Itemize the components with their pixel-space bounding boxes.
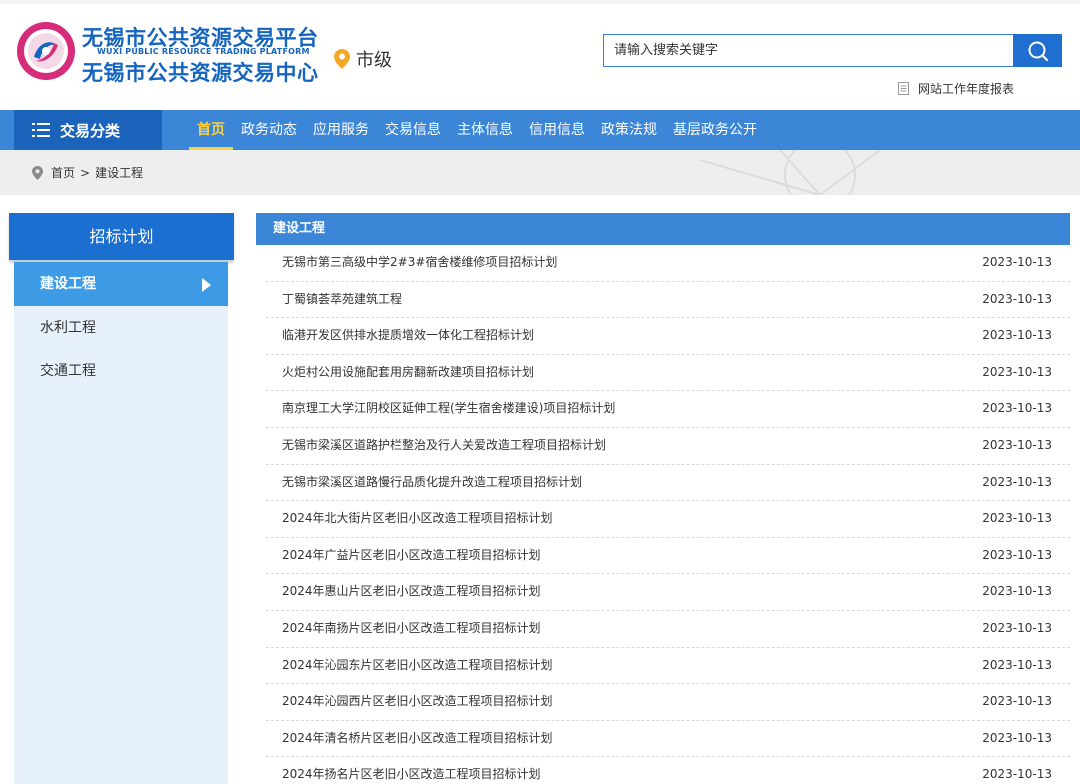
list-item-title[interactable]: 无锡市梁溪区道路护栏整治及行人关爱改造工程项目招标计划 — [282, 428, 606, 462]
list-item-title[interactable]: 2024年北大街片区老旧小区改造工程项目招标计划 — [282, 501, 553, 535]
list-item-date: 2023-10-13 — [982, 620, 1052, 635]
list-item-date: 2023-10-13 — [982, 328, 1052, 343]
nav-item-home[interactable]: 首页 — [189, 110, 233, 150]
list-item-title[interactable]: 2024年惠山片区老旧小区改造工程项目招标计划 — [282, 574, 541, 608]
list-item[interactable]: 2024年北大街片区老旧小区改造工程项目招标计划 2023-10-13 — [266, 501, 1070, 538]
breadcrumb-current: 建设工程 — [95, 166, 144, 180]
nav-item-policies[interactable]: 政策法规 — [593, 110, 665, 150]
list-item[interactable]: 南京理工大学江阴校区延伸工程(学生宿舍楼建设)项目招标计划 2023-10-13 — [266, 391, 1070, 428]
list-item-date: 2023-10-13 — [982, 401, 1052, 416]
nav-item-app-services[interactable]: 应用服务 — [305, 110, 377, 150]
list-item-date: 2023-10-13 — [982, 291, 1052, 306]
city-label: 市级 — [356, 50, 392, 71]
site-title-english: WUXI PUBLIC RESOURCE TRADING PLATFORM — [97, 47, 310, 56]
list-item[interactable]: 火炬村公用设施配套用房翻新改建项目招标计划 2023-10-13 — [266, 355, 1070, 392]
list-item[interactable]: 无锡市梁溪区道路护栏整治及行人关爱改造工程项目招标计划 2023-10-13 — [266, 428, 1070, 465]
list-item-title[interactable]: 临港开发区供排水提质增效一体化工程招标计划 — [282, 318, 534, 352]
site-title-center[interactable]: 无锡市公共资源交易中心 — [82, 57, 319, 87]
main-nav: 交易分类 首页 政务动态 应用服务 交易信息 主体信息 信用信息 政策法规 基层… — [0, 110, 1080, 150]
nav-item-grassroots-disclosure[interactable]: 基层政务公开 — [665, 110, 765, 150]
tender-plan-list: 无锡市第三高级中学2#3#宿舍楼维修项目招标计划 2023-10-13 丁蜀镇荟萃苑… — [266, 245, 1070, 784]
location-pin-icon — [32, 165, 43, 180]
document-icon — [898, 82, 909, 95]
list-item-date: 2023-10-13 — [982, 547, 1052, 562]
search-button[interactable] — [1013, 34, 1062, 67]
nav-item-trade-info[interactable]: 交易信息 — [377, 110, 449, 150]
list-item-date: 2023-10-13 — [982, 255, 1052, 269]
list-item[interactable]: 无锡市第三高级中学2#3#宿舍楼维修项目招标计划 2023-10-13 — [266, 245, 1070, 282]
list-item[interactable]: 2024年南扬片区老旧小区改造工程项目招标计划 2023-10-13 — [266, 611, 1070, 648]
annual-report-link[interactable]: 网站工作年度报表 — [898, 80, 1014, 97]
list-item[interactable]: 2024年清名桥片区老旧小区改造工程项目招标计划 2023-10-13 — [266, 721, 1070, 758]
trade-category-label: 交易分类 — [60, 121, 121, 140]
breadcrumb: 首页 > 建设工程 — [32, 164, 143, 181]
list-item-date: 2023-10-13 — [982, 437, 1052, 452]
list-item-title[interactable]: 2024年清名桥片区老旧小区改造工程项目招标计划 — [282, 721, 553, 755]
list-item-date: 2023-10-13 — [982, 584, 1052, 599]
list-heading: 建设工程 — [256, 213, 1070, 245]
list-item-title[interactable]: 丁蜀镇荟萃苑建筑工程 — [282, 282, 402, 316]
list-item-title[interactable]: 火炬村公用设施配套用房翻新改建项目招标计划 — [282, 355, 534, 389]
list-item-date: 2023-10-13 — [982, 694, 1052, 709]
list-item[interactable]: 无锡市梁溪区道路慢行品质化提升改造工程项目招标计划 2023-10-13 — [266, 465, 1070, 502]
annual-report-label: 网站工作年度报表 — [918, 82, 1015, 96]
list-item[interactable]: 2024年广益片区老旧小区改造工程项目招标计划 2023-10-13 — [266, 538, 1070, 575]
list-item[interactable]: 2024年沁园西片区老旧小区改造工程项目招标计划 2023-10-13 — [266, 684, 1070, 721]
list-item-title[interactable]: 无锡市梁溪区道路慢行品质化提升改造工程项目招标计划 — [282, 465, 582, 499]
nav-item-entity-info[interactable]: 主体信息 — [449, 110, 521, 150]
list-item-date: 2023-10-13 — [982, 730, 1052, 745]
trade-category-button[interactable]: 交易分类 — [14, 110, 162, 150]
list-item-date: 2023-10-13 — [982, 657, 1052, 672]
location-pin-icon — [334, 49, 350, 69]
sidebar-item-label: 建设工程 — [40, 276, 96, 292]
arrow-right-icon — [202, 278, 211, 292]
search-icon — [1028, 41, 1048, 61]
list-item-date: 2023-10-13 — [982, 511, 1052, 526]
list-item-title[interactable]: 2024年南扬片区老旧小区改造工程项目招标计划 — [282, 611, 541, 645]
site-logo-emblem-icon[interactable] — [16, 21, 76, 81]
search-field — [603, 34, 1013, 67]
sidebar-item-water-conservancy[interactable]: 水利工程 — [14, 306, 228, 350]
list-item-title[interactable]: 无锡市第三高级中学2#3#宿舍楼维修项目招标计划 — [282, 245, 557, 279]
sidebar-heading: 招标计划 — [9, 213, 234, 260]
sidebar-item-construction[interactable]: 建设工程 — [14, 262, 228, 306]
list-item-date: 2023-10-13 — [982, 364, 1052, 379]
list-item-title[interactable]: 2024年沁园东片区老旧小区改造工程项目招标计划 — [282, 648, 553, 682]
breadcrumb-home-link[interactable]: 首页 — [51, 164, 75, 181]
list-item[interactable]: 2024年沁园东片区老旧小区改造工程项目招标计划 2023-10-13 — [266, 648, 1070, 685]
sidebar-item-transportation[interactable]: 交通工程 — [14, 349, 228, 393]
nav-item-government-news[interactable]: 政务动态 — [233, 110, 305, 150]
search-input[interactable] — [604, 35, 1013, 66]
city-selector[interactable]: 市级 — [334, 46, 392, 72]
list-item[interactable]: 2024年扬名片区老旧小区改造工程项目招标计划 2023-10-13 — [266, 757, 1070, 784]
breadcrumb-separator: > — [80, 165, 91, 180]
list-item[interactable]: 丁蜀镇荟萃苑建筑工程 2023-10-13 — [266, 282, 1070, 319]
list-item-title[interactable]: 南京理工大学江阴校区延伸工程(学生宿舍楼建设)项目招标计划 — [282, 391, 615, 425]
list-item[interactable]: 2024年惠山片区老旧小区改造工程项目招标计划 2023-10-13 — [266, 574, 1070, 611]
menu-list-icon — [32, 123, 50, 137]
nav-item-credit-info[interactable]: 信用信息 — [521, 110, 593, 150]
nav-menu: 首页 政务动态 应用服务 交易信息 主体信息 信用信息 政策法规 基层政务公开 — [189, 110, 765, 150]
list-item[interactable]: 临港开发区供排水提质增效一体化工程招标计划 2023-10-13 — [266, 318, 1070, 355]
list-item-title[interactable]: 2024年广益片区老旧小区改造工程项目招标计划 — [282, 538, 541, 572]
sidebar-item-label: 水利工程 — [40, 320, 96, 336]
list-item-title[interactable]: 2024年沁园西片区老旧小区改造工程项目招标计划 — [282, 684, 553, 718]
sidebar-item-label: 交通工程 — [40, 363, 96, 379]
list-item-date: 2023-10-13 — [982, 474, 1052, 489]
list-item-title[interactable]: 2024年扬名片区老旧小区改造工程项目招标计划 — [282, 757, 541, 784]
list-item-date: 2023-10-13 — [982, 767, 1052, 782]
